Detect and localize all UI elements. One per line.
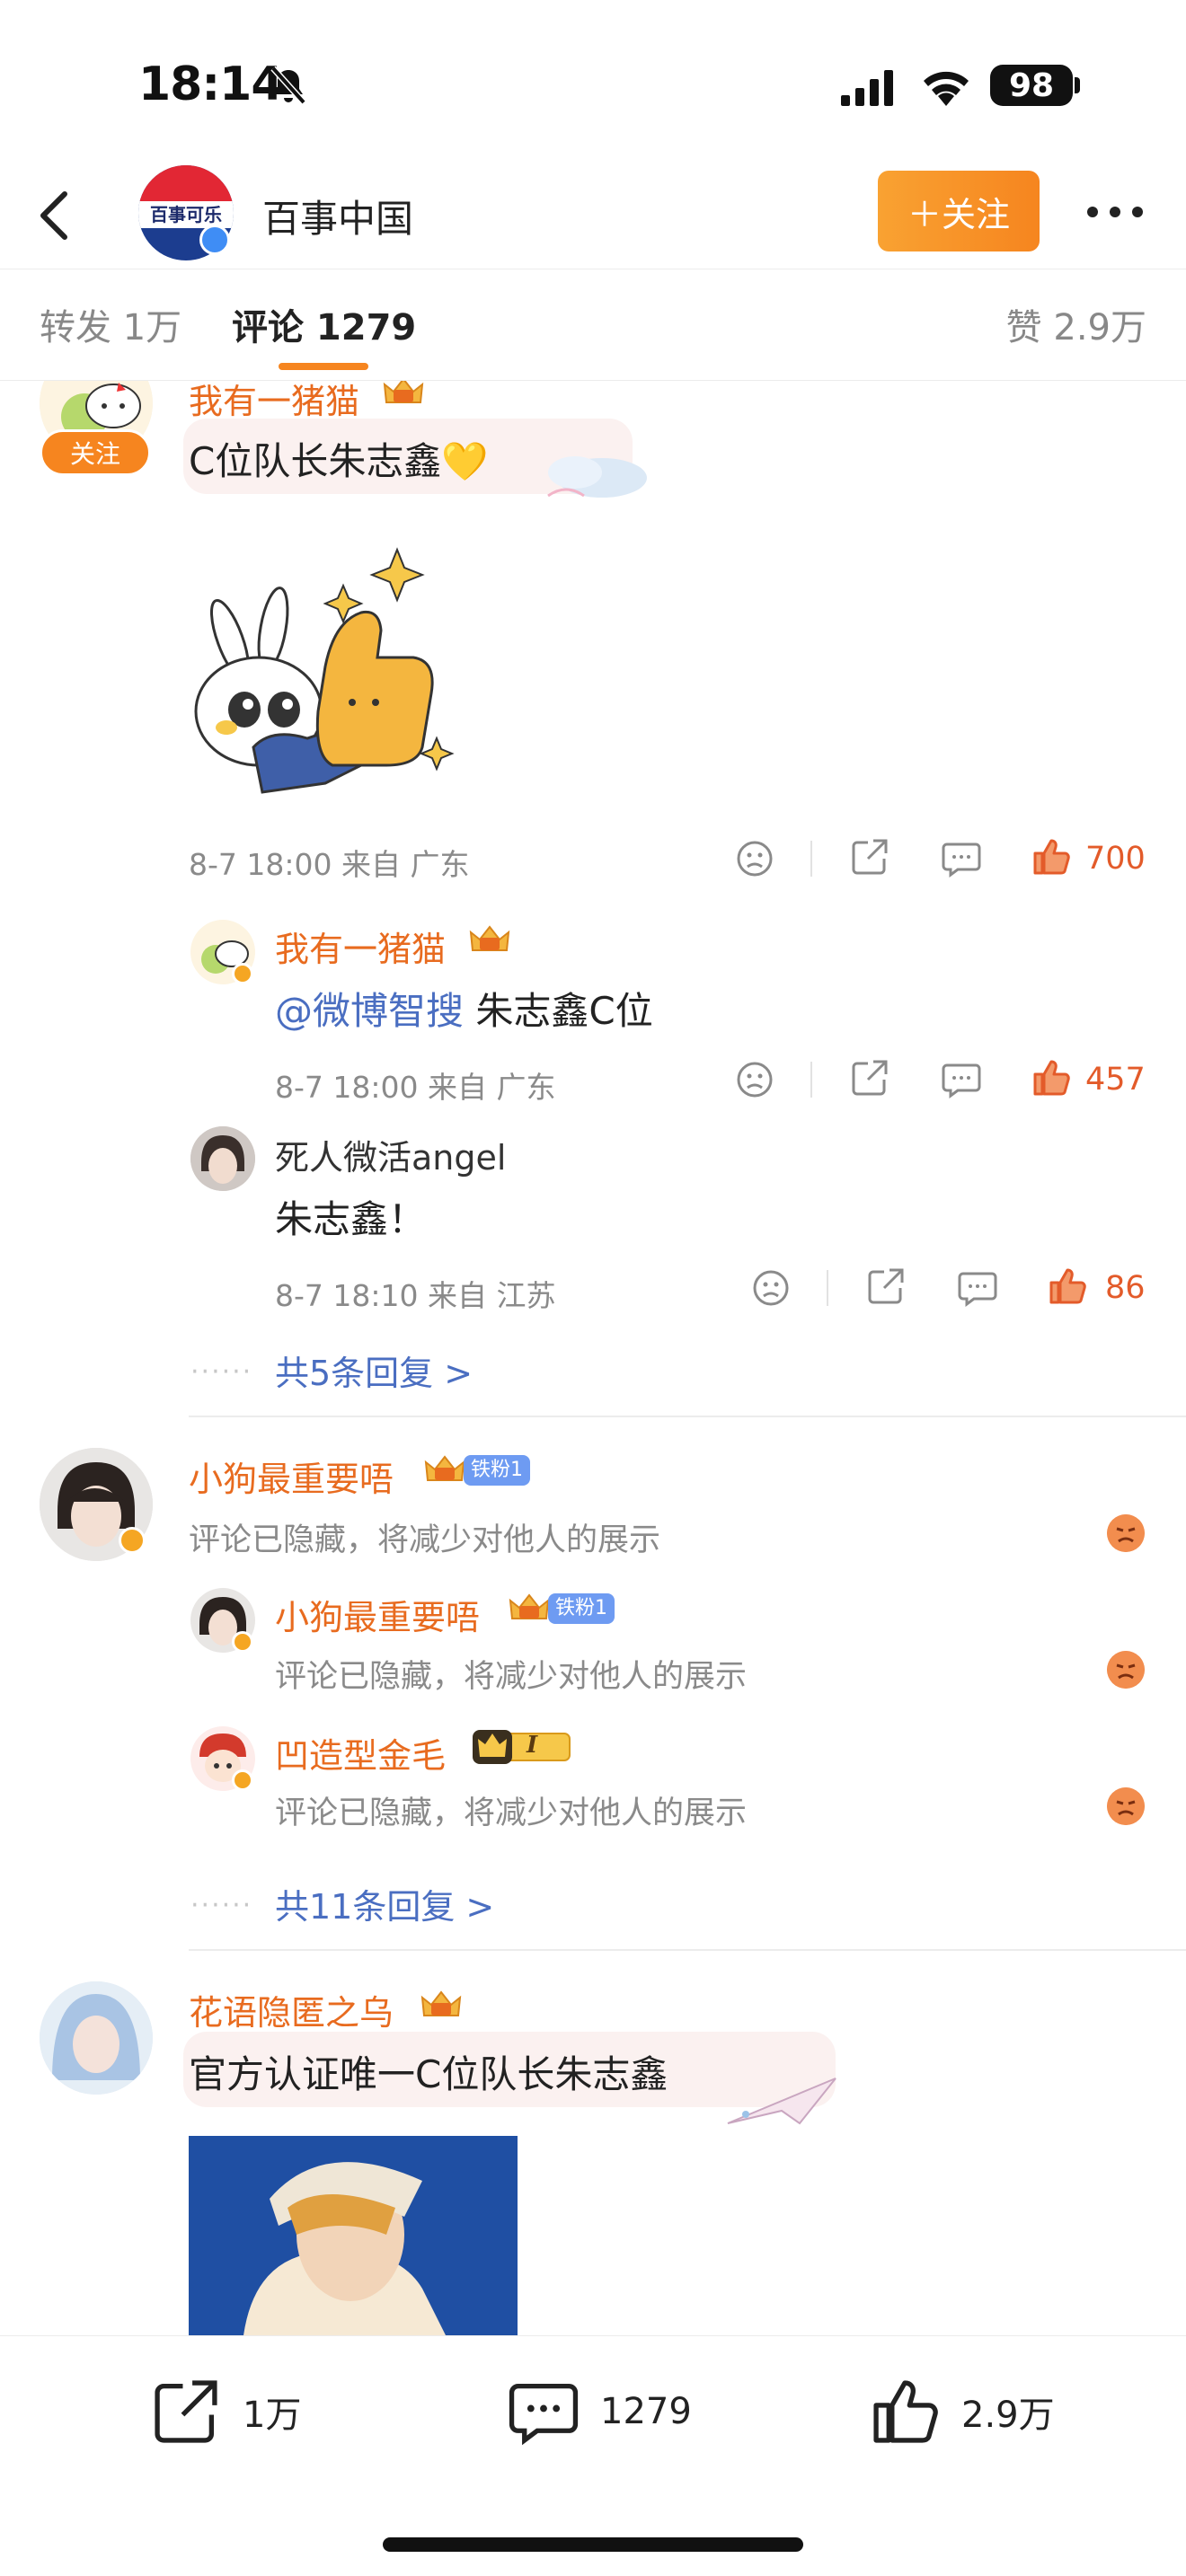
dislike-face-icon[interactable] (735, 839, 774, 878)
more-options-icon[interactable] (1084, 194, 1146, 230)
wifi-icon (924, 71, 969, 106)
status-time: 18:14 (138, 57, 284, 111)
active-tab-indicator (279, 363, 368, 370)
avatar[interactable] (40, 1981, 153, 2095)
crown-badge-icon (509, 1593, 550, 1619)
battery-cap (1075, 77, 1080, 93)
reply-text: 朱志鑫！ (275, 1197, 427, 1241)
reply-bubble-icon[interactable] (942, 1060, 981, 1099)
crown-badge-icon (383, 381, 424, 403)
brand-avatar-text: 百事可乐 (150, 204, 222, 225)
fan-level-badge: 铁粉1 (548, 1593, 615, 1624)
comment-count: 1279 (600, 2391, 692, 2432)
hidden-comment-notice: 评论已隐藏，将减少对他人的展示 (189, 1522, 661, 1558)
more-replies-dots: ······ (190, 1356, 253, 1388)
page-title[interactable]: 百事中国 (262, 189, 413, 243)
verified-badge-icon (232, 963, 253, 984)
like-count: 2.9万 (961, 2395, 1055, 2436)
share-icon (155, 2380, 217, 2443)
sad-face-icon[interactable] (1107, 1514, 1145, 1552)
battery-indicator: 98 (990, 65, 1073, 106)
action-separator (827, 1270, 828, 1306)
nav-bar: 百事可乐 百事中国 ＋关注 (0, 162, 1186, 269)
comment-feed[interactable]: 关注 我有一猪猫 C位队长朱志鑫💛 8-7 18:00 来自 广东 700 我有… (0, 381, 1186, 2335)
comment-divider (189, 1949, 1186, 1951)
bell-off-icon (270, 66, 306, 105)
fan-level-badge: 铁粉1 (464, 1455, 530, 1486)
tab-likes[interactable]: 赞 2.9万 (1006, 298, 1146, 350)
verified-badge-icon (119, 1527, 146, 1554)
comment-meta: 8-7 18:00 来自 广东 (189, 847, 470, 882)
comment-username[interactable]: 我有一猪猫 (189, 381, 359, 423)
like-thumb-icon[interactable] (1031, 1058, 1071, 1098)
like-button[interactable]: 2.9万 (870, 2376, 1055, 2448)
like-thumb-icon[interactable] (1031, 837, 1071, 877)
back-chevron-icon[interactable] (27, 183, 84, 248)
verified-badge-icon (232, 1769, 253, 1791)
verified-badge-icon (199, 225, 230, 255)
action-separator (810, 841, 812, 877)
tab-reposts[interactable]: 转发 1万 (40, 298, 181, 350)
more-replies-link[interactable]: 共11条回复 > (275, 1879, 494, 1928)
follow-tag[interactable]: 关注 (40, 429, 151, 476)
sad-face-icon[interactable] (1107, 1787, 1145, 1825)
like-thumb-icon[interactable] (1048, 1266, 1087, 1306)
paper-plane-decoration-icon (727, 2078, 836, 2125)
bunny-thumbs-up-sticker[interactable] (190, 532, 469, 810)
like-count[interactable]: 457 (1085, 1062, 1146, 1098)
bottom-action-bar: 1万 1279 2.9万 (0, 2335, 1186, 2576)
avatar[interactable] (190, 1126, 255, 1191)
hidden-comment-notice: 评论已隐藏，将减少对他人的展示 (275, 1795, 748, 1831)
reply-meta: 8-7 18:10 来自 江苏 (275, 1278, 556, 1313)
follow-button[interactable]: ＋关注 (878, 171, 1040, 251)
crown-badge-icon (424, 1455, 465, 1481)
crown-level-badge (473, 1730, 571, 1764)
share-icon[interactable] (866, 1266, 906, 1306)
like-thumb-icon (873, 2380, 938, 2443)
dislike-face-icon[interactable] (751, 1268, 791, 1308)
comment-photo[interactable] (189, 2136, 518, 2335)
share-icon[interactable] (850, 1058, 890, 1098)
repost-button[interactable]: 1万 (151, 2376, 301, 2448)
reply-meta: 8-7 18:00 来自 广东 (275, 1070, 556, 1105)
tab-comments[interactable]: 评论 1279 (232, 298, 416, 350)
like-count[interactable]: 86 (1105, 1270, 1146, 1306)
comment-username[interactable]: 小狗最重要唔 (189, 1451, 394, 1501)
verified-badge-icon (232, 1631, 253, 1653)
like-count[interactable]: 700 (1085, 841, 1146, 877)
hidden-comment-notice: 评论已隐藏，将减少对他人的展示 (275, 1659, 748, 1695)
status-bar: 18:14 98 (0, 0, 1186, 162)
home-indicator[interactable] (383, 2537, 803, 2552)
signal-icon (841, 70, 893, 106)
comment-text: 官方认证唯一C位队长朱志鑫 (189, 2052, 668, 2096)
reply-username[interactable]: 死人微活angel (275, 1130, 506, 1179)
mention-link[interactable]: @微博智搜 (275, 989, 464, 1033)
level-badge-text: I (527, 1732, 538, 1759)
reply-username[interactable]: 凹造型金毛 (275, 1728, 446, 1778)
reply-text: @微博智搜 朱志鑫C位 (275, 981, 653, 1036)
action-separator (810, 1062, 812, 1098)
more-replies-dots: ······ (190, 1890, 253, 1921)
comment-username[interactable]: 花语隐匿之乌 (189, 1985, 394, 2034)
crown-badge-icon (420, 1990, 462, 2016)
reply-username[interactable]: 我有一猪猫 (275, 922, 446, 971)
dislike-face-icon[interactable] (735, 1060, 774, 1099)
crown-badge-icon (469, 925, 510, 951)
comment-text: C位队长朱志鑫💛 (189, 439, 489, 483)
reply-text-body: 朱志鑫C位 (464, 989, 653, 1033)
comment-divider (189, 1416, 1186, 1417)
comment-tabs: 转发 1万 评论 1279 赞 2.9万 (0, 269, 1186, 381)
share-icon[interactable] (850, 837, 890, 877)
more-replies-link[interactable]: 共5条回复 > (275, 1345, 473, 1395)
repost-count: 1万 (243, 2395, 302, 2436)
cloud-decoration-icon (547, 456, 647, 498)
reply-bubble-icon[interactable] (958, 1268, 997, 1308)
reply-bubble-icon[interactable] (942, 839, 981, 878)
comment-button[interactable]: 1279 (509, 2376, 692, 2448)
sad-face-icon[interactable] (1107, 1651, 1145, 1689)
reply-username[interactable]: 小狗最重要唔 (275, 1590, 480, 1639)
comment-bubble-icon (509, 2383, 579, 2446)
